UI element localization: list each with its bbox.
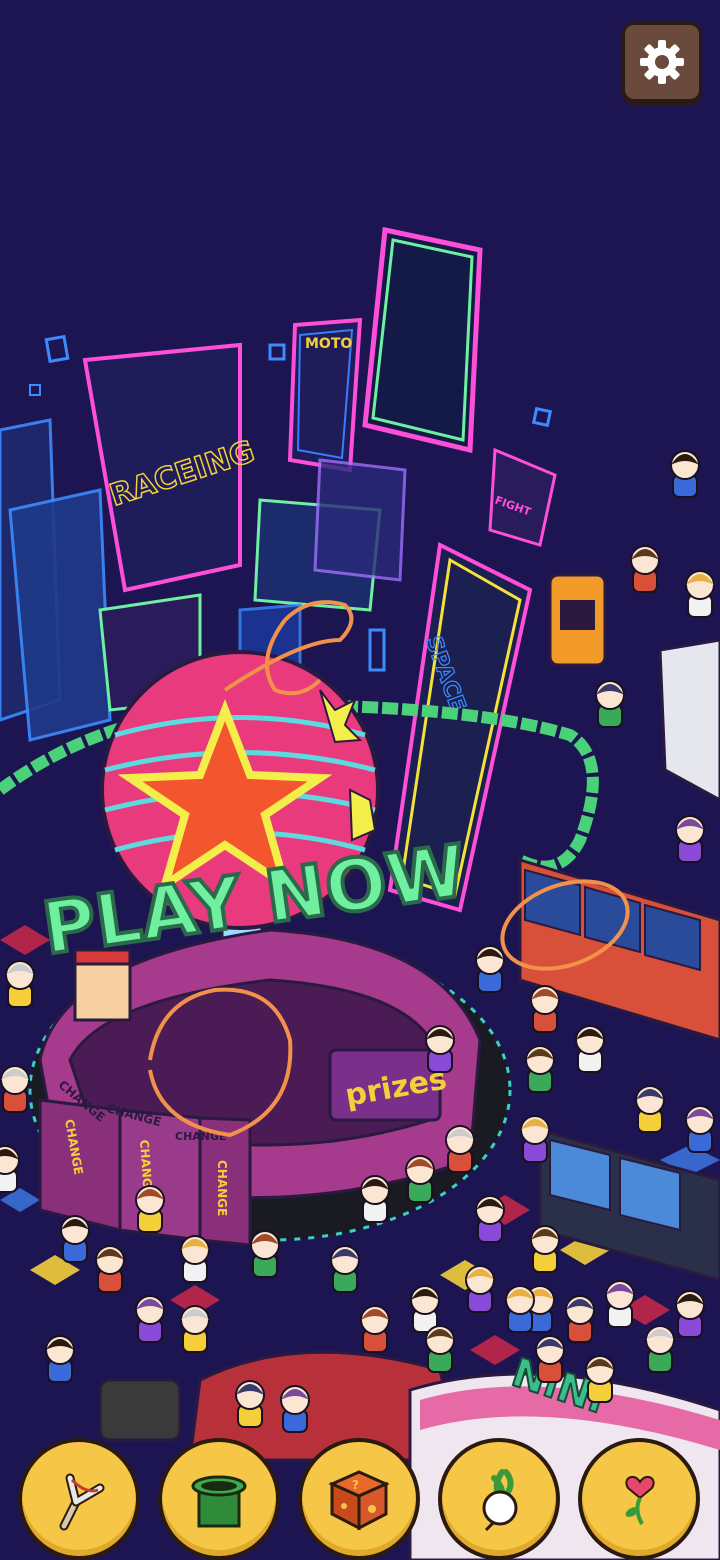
change-vertical-3: CHANGE bbox=[215, 1160, 229, 1216]
crowd-person bbox=[60, 1215, 90, 1263]
crowd-person bbox=[535, 1335, 565, 1383]
crowd-person bbox=[575, 1025, 605, 1073]
crowd-person bbox=[525, 1045, 555, 1093]
radish-tool-button[interactable] bbox=[438, 1438, 560, 1560]
crowd-person bbox=[180, 1305, 210, 1353]
heart-sprout-icon bbox=[625, 1475, 655, 1525]
crowd-person bbox=[685, 570, 715, 618]
crowd-person bbox=[565, 1295, 595, 1343]
crowd-person bbox=[425, 1325, 455, 1373]
game-scene: RACEING MOTO FIGHT SPACE PLAY NOW prizes… bbox=[0, 0, 720, 1560]
crowd-person bbox=[630, 545, 660, 593]
crowd-person bbox=[330, 1245, 360, 1293]
crowd-person bbox=[505, 1285, 535, 1333]
crowd-person bbox=[360, 1305, 390, 1353]
crowd-person bbox=[520, 1115, 550, 1163]
tool-dock: ? bbox=[0, 1430, 720, 1560]
crowd-person bbox=[530, 1225, 560, 1273]
gear-icon bbox=[640, 40, 684, 84]
crowd-person bbox=[280, 1385, 310, 1433]
crowd-person bbox=[425, 1025, 455, 1073]
green-pipe-icon bbox=[191, 1475, 247, 1528]
crowd-person bbox=[475, 945, 505, 993]
radish-icon bbox=[482, 1469, 518, 1532]
arcade-map[interactable]: RACEING MOTO FIGHT SPACE PLAY NOW prizes… bbox=[0, 0, 720, 1560]
crowd-person bbox=[0, 1065, 30, 1113]
crowd-person bbox=[675, 815, 705, 863]
racing-arcade-row bbox=[518, 573, 720, 1282]
crowd-person bbox=[135, 1295, 165, 1343]
crowd-person bbox=[530, 985, 560, 1033]
crowd-person bbox=[635, 1085, 665, 1133]
crowd-person bbox=[360, 1175, 390, 1223]
crowd-person bbox=[605, 1280, 635, 1328]
heart-sprout-tool-button[interactable] bbox=[578, 1438, 700, 1560]
crowd-person bbox=[235, 1380, 265, 1428]
settings-button[interactable] bbox=[622, 22, 702, 102]
crowd-person bbox=[670, 450, 700, 498]
crowd-person bbox=[250, 1230, 280, 1278]
slingshot-icon bbox=[59, 1473, 105, 1531]
dice-tool-button[interactable]: ? bbox=[298, 1438, 420, 1560]
svg-text:?: ? bbox=[352, 1478, 359, 1492]
crowd-person bbox=[405, 1155, 435, 1203]
crowd-person bbox=[465, 1265, 495, 1313]
crowd-person bbox=[685, 1105, 715, 1153]
pipe-tool-button[interactable] bbox=[158, 1438, 280, 1560]
dice-icon: ? bbox=[328, 1470, 390, 1531]
crowd-person bbox=[0, 1145, 20, 1193]
crowd-person bbox=[475, 1195, 505, 1243]
counter-ring: prizes CHANGE CHANGE CHANGE CHANGE CHANG… bbox=[28, 928, 512, 1247]
crowd-person bbox=[410, 1285, 440, 1333]
crowd-person bbox=[135, 1185, 165, 1233]
moto-sign: MOTO bbox=[305, 336, 352, 352]
crowd-person bbox=[180, 1235, 210, 1283]
crowd-person bbox=[675, 1290, 705, 1338]
crowd-person bbox=[95, 1245, 125, 1293]
slingshot-tool-button[interactable] bbox=[18, 1438, 140, 1560]
crowd-person bbox=[45, 1335, 75, 1383]
crowd-person bbox=[595, 680, 625, 728]
crowd-person bbox=[645, 1325, 675, 1373]
crowd-person bbox=[445, 1125, 475, 1173]
crowd-person bbox=[585, 1355, 615, 1403]
crowd-person bbox=[5, 960, 35, 1008]
